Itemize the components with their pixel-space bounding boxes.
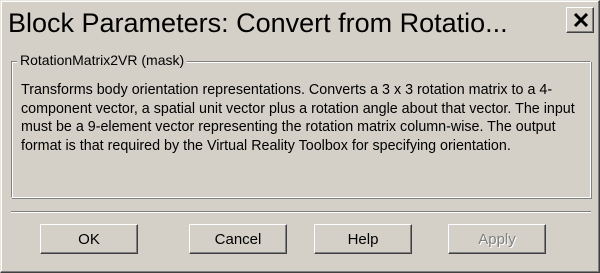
group-legend: RotationMatrix2VR (mask) [17,52,188,69]
apply-button[interactable]: Apply [448,224,546,254]
ok-button[interactable]: OK [40,224,138,254]
dialog-window: Block Parameters: Convert from Rotatio..… [0,0,600,273]
cancel-button[interactable]: Cancel [189,224,287,254]
close-icon [573,13,589,27]
block-description: Transforms body orientation representati… [21,82,575,154]
separator [11,211,591,213]
help-button[interactable]: Help [314,224,412,254]
close-button[interactable] [566,7,594,33]
title-bar[interactable]: Block Parameters: Convert from Rotatio..… [4,4,596,42]
window-title: Block Parameters: Convert from Rotatio..… [8,8,508,38]
